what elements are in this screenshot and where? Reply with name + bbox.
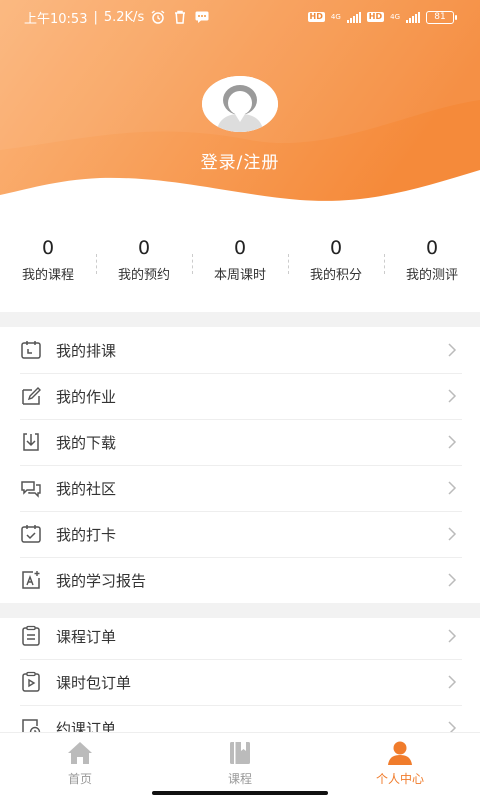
chevron-right-icon [448,573,457,587]
user-icon [388,741,412,765]
stat-value: 0 [329,237,343,259]
menu-item-package-orders[interactable]: 课时包订单 [0,659,480,705]
chevron-right-icon [448,481,457,495]
stat-my-appointments[interactable]: 0 我的预约 [96,236,192,286]
calendar-icon [20,339,42,361]
menu-group-learning: 我的排课 我的作业 我的下载 我的社区 我的打卡 我的学习报告 [0,327,480,603]
message-icon [195,11,209,23]
menu-item-label: 我的作业 [56,387,117,406]
stat-label: 我的测评 [405,268,458,283]
download-icon [20,431,42,453]
stats-row: 0 我的课程 0 我的预约 0 本周课时 0 我的积分 0 我的测评 [0,236,480,286]
alarm-icon [151,10,165,24]
stat-value: 0 [233,237,247,259]
menu-item-label: 我的下载 [56,433,117,452]
chevron-right-icon [448,527,457,541]
menu-item-label: 我的打卡 [56,525,117,544]
stat-label: 我的课程 [21,268,74,283]
signal-icon [406,11,420,23]
stat-value: 0 [425,237,439,259]
stat-my-assessments[interactable]: 0 我的测评 [384,236,480,286]
menu-item-label: 课程订单 [56,627,117,646]
trash-icon [175,10,186,24]
chevron-right-icon [448,675,457,689]
nav-tab-label: 个人中心 [375,772,424,786]
menu-item-course-orders[interactable]: 课程订单 [0,613,480,659]
menu-item-my-community[interactable]: 我的社区 [0,465,480,511]
bottom-navigation: 首页 课程 个人中心 [0,732,480,800]
chevron-right-icon [448,343,457,357]
menu-item-my-checkin[interactable]: 我的打卡 [0,511,480,557]
nav-tab-courses[interactable]: 课程 [160,733,320,800]
stat-weekly-hours[interactable]: 0 本周课时 [192,236,288,286]
menu-item-my-learning-report[interactable]: 我的学习报告 [0,557,480,603]
status-separator: | [93,9,98,25]
book-icon [230,742,250,764]
chevron-right-icon [448,435,457,449]
signal-icon [346,11,361,23]
check-in-icon [20,523,42,545]
menu-item-label: 课时包订单 [56,673,132,692]
chat-icon [20,477,42,499]
menu-item-label: 我的学习报告 [56,571,147,590]
stat-label: 我的积分 [309,268,362,283]
menu-item-label: 我的社区 [56,479,117,498]
network-type-1: 4G [330,12,341,21]
home-icon [68,742,92,764]
stat-my-courses[interactable]: 0 我的课程 [0,236,96,286]
battery-level: 81 [434,12,446,22]
profile-header: 上午10:53 | 5.2K/s HD 4G HD 4G 81 登录/注册 [0,0,480,210]
section-divider [0,312,480,327]
avatar[interactable] [202,76,278,132]
stat-label: 我的预约 [117,268,170,283]
menu-item-label: 我的排课 [56,341,117,360]
status-time: 上午10:53 [24,11,88,27]
battery-icon: 81 [426,10,457,24]
menu-item-my-homework[interactable]: 我的作业 [0,373,480,419]
report-icon [20,569,42,591]
network-type-2: 4G [390,12,400,21]
default-avatar-icon [202,76,278,132]
hd-badge-2: HD [366,12,385,22]
menu-item-my-schedule[interactable]: 我的排课 [0,327,480,373]
stat-value: 0 [41,237,55,259]
login-register-link[interactable]: 登录/注册 [0,148,480,173]
status-bar: 上午10:53 | 5.2K/s HD 4G HD 4G 81 [0,0,480,34]
video-icon [20,671,42,693]
hd-badge-1: HD [307,12,325,22]
nav-tab-profile[interactable]: 个人中心 [320,733,480,800]
nav-tab-home[interactable]: 首页 [0,733,160,800]
stat-label: 本周课时 [213,268,266,283]
stat-my-points[interactable]: 0 我的积分 [288,236,384,286]
stat-value: 0 [137,237,151,259]
nav-tab-label: 首页 [67,772,92,786]
home-indicator[interactable] [152,791,328,795]
edit-icon [20,385,42,407]
status-net-speed: 5.2K/s [103,9,145,25]
menu-item-my-downloads[interactable]: 我的下载 [0,419,480,465]
chevron-right-icon [448,629,457,643]
clipboard-icon [20,625,42,647]
chevron-right-icon [448,389,457,403]
nav-tab-label: 课程 [227,772,252,786]
menu-group-orders: 课程订单 课时包订单 约课订单 [0,613,480,751]
